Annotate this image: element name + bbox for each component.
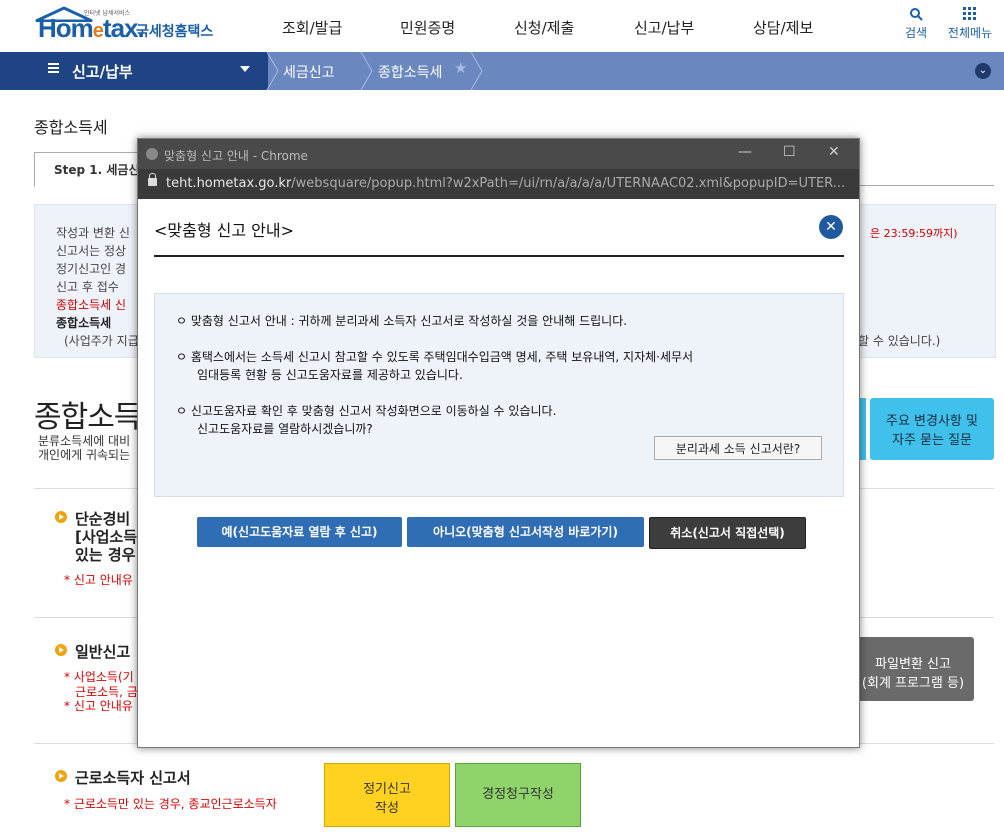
simple-expense-note: * 신고 안내유: [64, 573, 133, 587]
logo-korean: 국세청홈택스: [136, 24, 214, 40]
nav-menu-dropdown[interactable]: [0, 52, 268, 90]
faq-button[interactable]: 주요 변경사항 및 자주 묻는 질문: [870, 398, 994, 460]
popup-message-line: 신고도움자료를 열람하시겠습니까?: [197, 422, 373, 436]
all-menu-label: 전체메뉴: [947, 26, 993, 40]
search-button[interactable]: 검색: [901, 6, 931, 41]
page-title: 종합소득세: [34, 118, 108, 137]
breadcrumb-income-tax[interactable]: 종합소득세: [378, 62, 442, 82]
search-icon: [901, 6, 931, 24]
regular-filing-button[interactable]: 정기신고 작성: [324, 763, 450, 827]
notice-item-bold: 종합소득세: [56, 316, 112, 330]
gnb-filing[interactable]: 신고/납부: [634, 17, 694, 38]
gnb-consult[interactable]: 상담/제보: [753, 17, 813, 38]
simple-expense-title-3: 있는 경우: [75, 546, 136, 564]
popup-message-line: ㅇ 맞춤형 신고서 안내 : 귀하께 분리과세 소득자 신고서로 작성하실 것을…: [176, 314, 628, 328]
no-direct-filing-button[interactable]: 아니오(맞춤형 신고서작성 바로가기): [407, 517, 644, 547]
arrow-bullet-icon: [55, 511, 67, 523]
window-close-icon[interactable]: ✕: [828, 144, 840, 160]
expand-down-icon[interactable]: ⌄: [975, 63, 991, 79]
popup-message-line: ㅇ 홈택스에서는 소득세 신고시 참고할 수 있도록 주택임대수입금액 명세, …: [176, 350, 694, 364]
caret-down-icon: [240, 66, 250, 72]
maximize-icon[interactable]: ☐: [783, 144, 796, 160]
logo[interactable]: Hometax.: [38, 13, 145, 44]
notice-item: 작성과 변환 신: [56, 226, 130, 240]
section-desc: 개인에게 귀속되는: [38, 448, 131, 462]
gnb-certificates[interactable]: 민원증명: [400, 17, 455, 38]
cancel-direct-select-button[interactable]: 취소(신고서 직접선택): [649, 517, 806, 549]
file-conversion-button[interactable]: 파일변환 신고 (회계 프로그램 등): [852, 637, 974, 701]
popup-window-title: 맞춤형 신고 안내 - Chrome: [164, 149, 308, 163]
notice-item-red: 종합소득세 신: [56, 298, 127, 312]
breadcrumb-chevron-icon: [266, 52, 279, 90]
notice-item: 정기신고인 경: [56, 262, 127, 276]
arrow-bullet-icon: [55, 644, 67, 656]
correction-claim-button[interactable]: 경정청구작성: [455, 763, 581, 827]
notice-item: 신고서는 정상: [56, 244, 127, 258]
favorite-star-icon[interactable]: ★: [454, 59, 467, 77]
heading-underline: [154, 255, 844, 257]
popup-message-line: ㅇ 신고도움자료 확인 후 맞춤형 신고서 작성화면으로 이동하실 수 있습니다…: [176, 404, 557, 418]
general-filing-title: 일반신고: [75, 643, 131, 661]
all-menu-button[interactable]: 전체메뉴: [946, 6, 994, 41]
notice-deadline: 은 23:59:59까지): [870, 227, 958, 240]
tab-step1-label: Step 1. 세금신: [54, 163, 140, 177]
notice-item-note: (사업주가 지급: [64, 334, 139, 348]
gnb-application[interactable]: 신청/제출: [514, 17, 574, 38]
custom-filing-popup: 맞춤형 신고 안내 - Chrome — ☐ ✕ teht.hometax.go…: [137, 138, 860, 748]
notice-item-note-end: 할 수 있습니다.): [858, 334, 941, 348]
breadcrumb-chevron-icon: [470, 52, 483, 90]
earned-income-note: * 근로소득만 있는 경우, 종교인근로소득자: [64, 797, 277, 811]
gnb-inquiry[interactable]: 조회/발급: [282, 17, 342, 38]
notice-item: 신고 후 접수: [56, 280, 119, 294]
close-icon[interactable]: ✕: [819, 215, 843, 239]
hamburger-icon: [48, 63, 59, 65]
earned-income-title: 근로소득자 신고서: [75, 769, 191, 787]
popup-message-line: 임대등록 현황 등 신고도움자료를 제공하고 있습니다.: [197, 368, 463, 382]
nav-section-title: 신고/납부: [72, 63, 133, 81]
yes-view-materials-button[interactable]: 예(신고도움자료 열람 후 신고): [197, 517, 402, 547]
globe-icon: [146, 148, 158, 160]
separate-tax-info-button[interactable]: 분리과세 소득 신고서란?: [654, 436, 822, 460]
popup-url: teht.hometax.go.kr/websquare/popup.html?…: [166, 176, 846, 191]
breadcrumb-tax-filing[interactable]: 세금신고: [283, 62, 335, 82]
arrow-bullet-icon: [55, 770, 67, 782]
section-title: 종합소득: [34, 400, 141, 435]
grid-icon: [946, 6, 994, 24]
popup-heading: <맞춤형 신고 안내>: [154, 221, 295, 240]
lock-icon: [148, 173, 157, 186]
search-label: 검색: [904, 26, 928, 40]
breadcrumb-chevron-icon: [360, 52, 373, 90]
general-filing-note: * 신고 안내유: [64, 699, 133, 713]
minimize-icon[interactable]: —: [738, 144, 752, 160]
